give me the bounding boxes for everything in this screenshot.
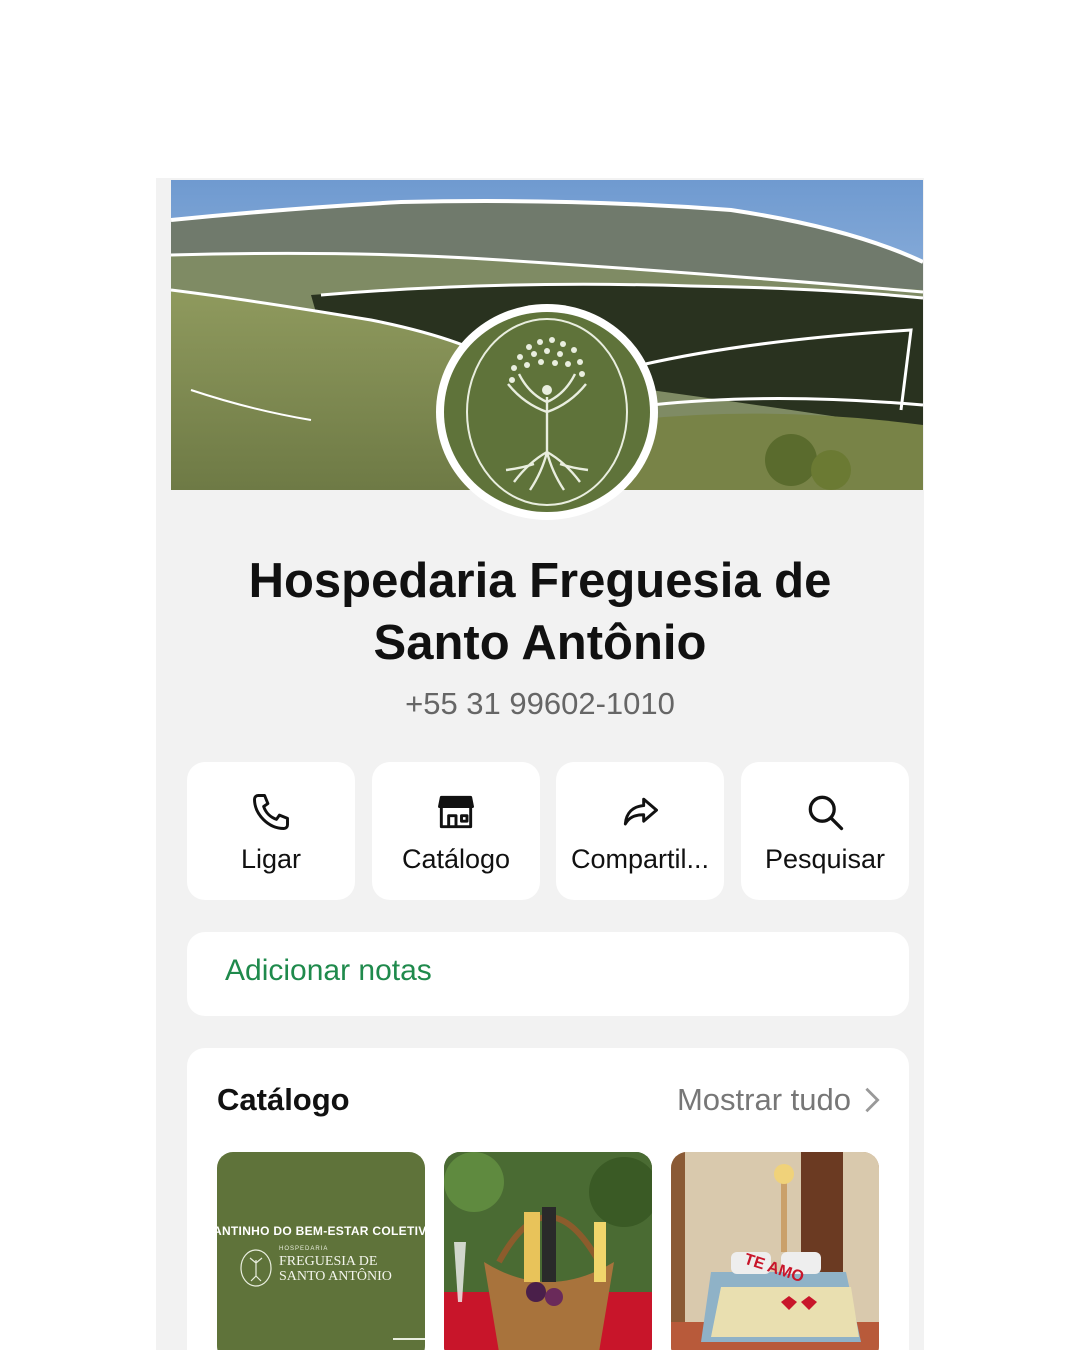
- search-label: Pesquisar: [764, 844, 886, 874]
- bedroom-photo: [671, 1152, 879, 1350]
- share-arrow-icon: [556, 790, 724, 834]
- catalog-item-small: HOSPEDARIA: [279, 1246, 329, 1252]
- search-icon: [741, 790, 909, 834]
- catalog-item[interactable]: ANTINHO DO BEM-ESTAR COLETIVO HOSPEDARIA…: [217, 1152, 425, 1350]
- search-button[interactable]: Pesquisar: [741, 762, 909, 900]
- show-all-link[interactable]: Mostrar tudo: [677, 1082, 881, 1118]
- catalog-section: Catálogo Mostrar tudo ANTINHO DO BEM-EST…: [187, 1048, 909, 1350]
- catalog-button[interactable]: Catálogo: [372, 762, 540, 900]
- carousel-indicator: [393, 1338, 425, 1340]
- action-buttons: Ligar Catálogo Compartil... Pesquisar: [187, 762, 909, 902]
- storefront-icon: [372, 790, 540, 834]
- share-button[interactable]: Compartil...: [556, 762, 724, 900]
- phone-icon: [187, 790, 355, 834]
- call-button[interactable]: Ligar: [187, 762, 355, 900]
- phone-number: +55 31 99602-1010: [405, 686, 675, 721]
- catalog-item-brand-2: SANTO ANTÔNIO: [279, 1269, 392, 1284]
- business-name-line-2: Santo Antônio: [373, 616, 707, 670]
- chevron-right-icon: [865, 1087, 880, 1113]
- catalog-item-brand-1: FREGUESIA DE: [279, 1254, 378, 1269]
- catalog-item-banner: ANTINHO DO BEM-ESTAR COLETIVO: [217, 1224, 425, 1238]
- add-notes-button[interactable]: Adicionar notas: [187, 932, 909, 1016]
- catalog-label: Catálogo: [401, 844, 511, 874]
- business-name: Hospedaria Freguesia de Santo Antônio: [156, 550, 924, 674]
- show-all-label: Mostrar tudo: [676, 1082, 851, 1117]
- catalog-item[interactable]: [444, 1152, 652, 1350]
- tree-logo-icon: [240, 1249, 272, 1287]
- share-label: Compartil...: [570, 844, 710, 874]
- business-logo-avatar[interactable]: [434, 302, 660, 522]
- catalog-item[interactable]: TE AMO: [671, 1152, 879, 1350]
- gift-basket-photo: [444, 1152, 652, 1350]
- catalog-title: Catálogo: [217, 1082, 350, 1117]
- business-name-line-1: Hospedaria Freguesia de: [248, 554, 832, 608]
- call-label: Ligar: [240, 844, 302, 874]
- profile-screen: Hospedaria Freguesia de Santo Antônio +5…: [156, 178, 924, 1350]
- add-notes-label: Adicionar notas: [225, 954, 432, 987]
